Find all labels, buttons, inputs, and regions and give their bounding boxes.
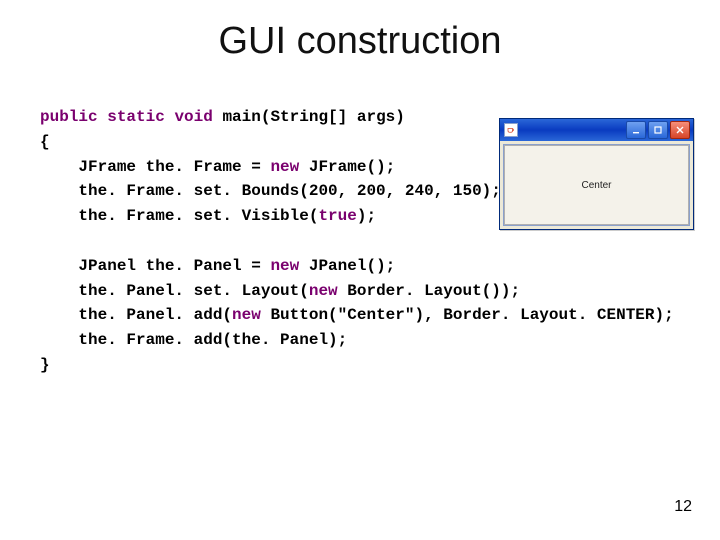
code-text: the. Frame. set. Visible( [78,207,318,225]
keyword-void: void [174,108,212,126]
window-title-left [504,123,522,137]
code-text: the. Panel. set. Layout( [78,282,308,300]
center-button[interactable]: Center [504,145,689,225]
code-text [165,108,175,126]
code-text: Button("Center"), Border. Layout. CENTER… [261,306,674,324]
keyword-public: public [40,108,98,126]
jframe-window: Center [499,118,694,230]
slide: GUI construction public static void main… [0,0,720,540]
page-number: 12 [674,498,692,516]
center-button-label: Center [581,180,611,191]
code-text: the. Frame. add(the. Panel); [78,331,347,349]
code-text [98,108,108,126]
keyword-new: new [309,282,338,300]
keyword-static: static [107,108,165,126]
keyword-new: new [232,306,261,324]
maximize-button[interactable] [648,121,668,139]
code-text: } [40,356,50,374]
code-text: Border. Layout()); [338,282,520,300]
close-button[interactable] [670,121,690,139]
code-text: JPanel the. Panel = [78,257,270,275]
jpanel: Center [503,144,690,226]
code-text: main(String[] args) [213,108,405,126]
code-text: the. Panel. add( [78,306,232,324]
code-text: JPanel(); [299,257,395,275]
code-text: JFrame the. Frame = [78,158,270,176]
window-titlebar [500,119,693,141]
keyword-new: new [270,158,299,176]
code-text: JFrame(); [299,158,395,176]
window-client-area: Center [500,141,693,229]
code-text: the. Frame. set. Bounds(200, 200, 240, 1… [78,182,500,200]
java-icon [504,123,518,137]
keyword-true: true [318,207,356,225]
keyword-new: new [270,257,299,275]
slide-title: GUI construction [0,20,720,63]
window-buttons [626,121,690,139]
code-text: ); [357,207,376,225]
code-text: { [40,133,50,151]
minimize-button[interactable] [626,121,646,139]
